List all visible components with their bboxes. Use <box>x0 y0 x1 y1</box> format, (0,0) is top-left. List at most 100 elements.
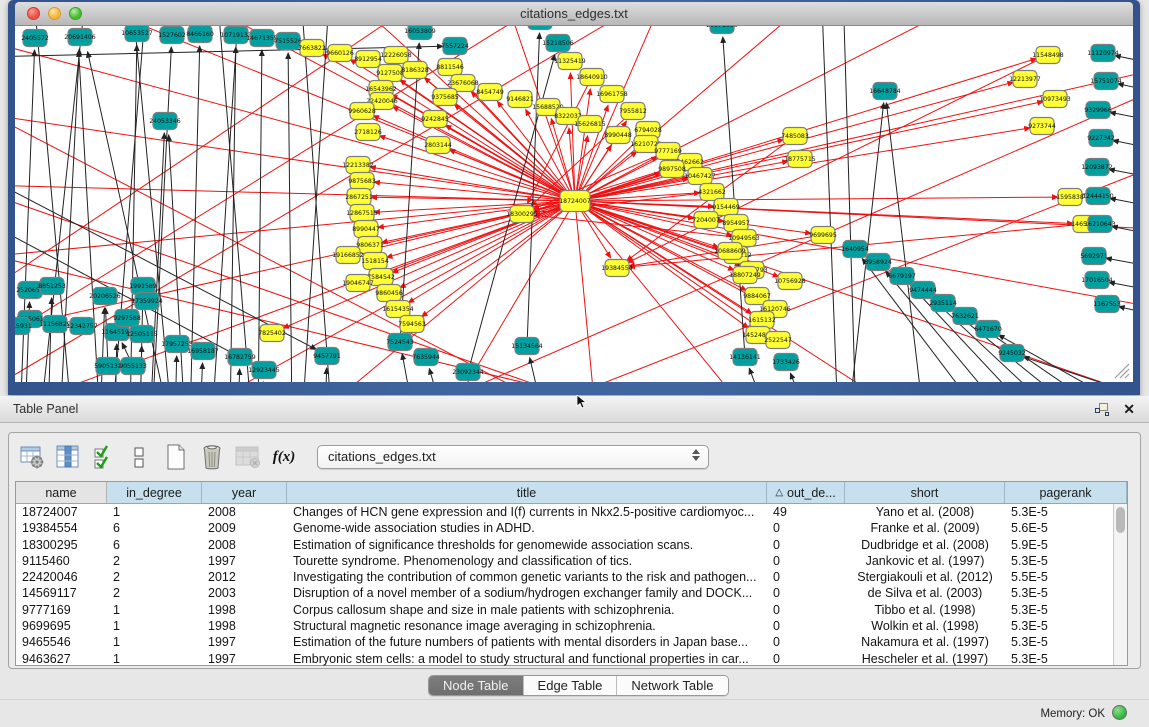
graph-node[interactable]: 8813054 <box>526 26 554 30</box>
graph-node[interactable]: 18640910 <box>576 69 608 86</box>
column-header-pagerank[interactable]: pagerank <box>1005 482 1127 503</box>
graph-node[interactable]: 5692971 <box>1080 248 1108 265</box>
graph-node[interactable]: 2718126 <box>354 124 382 141</box>
graph-node[interactable]: 16961758 <box>596 86 628 103</box>
graph-edge[interactable] <box>1110 112 1133 122</box>
graph-node[interactable]: 8466160 <box>186 26 214 43</box>
table-row[interactable]: 911546021997Tourette syndrome. Phenomeno… <box>16 553 1127 569</box>
graph-edge[interactable] <box>325 368 327 382</box>
graph-node[interactable]: 18807249 <box>729 267 761 284</box>
table-row[interactable]: 1456911722003Disruption of a novel membe… <box>16 585 1127 601</box>
graph-node[interactable]: 12213382 <box>342 157 374 174</box>
delete-columns-icon[interactable] <box>199 444 225 470</box>
function-builder-icon[interactable]: f(x) <box>271 444 297 470</box>
memory-status-icon[interactable] <box>1112 705 1127 720</box>
close-panel-icon[interactable]: ✕ <box>1123 401 1135 418</box>
graph-node[interactable]: 7524543 <box>386 334 414 351</box>
create-new-column-icon[interactable] <box>163 444 189 470</box>
graph-node[interactable]: 16648784 <box>869 83 901 100</box>
graph-node[interactable]: 9457791 <box>313 348 341 365</box>
graph-node[interactable]: 12213977 <box>1009 71 1041 88</box>
scrollbar-thumb[interactable] <box>1116 507 1125 533</box>
graph-node[interactable]: 10653527 <box>121 26 153 42</box>
graph-node[interactable]: 8811546 <box>436 59 464 76</box>
graph-node[interactable]: 1733426 <box>772 354 800 371</box>
graph-node[interactable]: 9375685 <box>431 89 459 106</box>
graph-node[interactable]: 17359924 <box>131 293 163 310</box>
graph-node[interactable]: 14136141 <box>729 349 761 366</box>
column-header-short[interactable]: short <box>845 482 1005 503</box>
graph-node[interactable]: 12093872 <box>1081 159 1113 176</box>
graph-node[interactable]: 3915931 <box>15 318 32 335</box>
graph-node[interactable]: 9146821 <box>506 91 534 108</box>
graph-node[interactable]: 9055133 <box>119 358 147 375</box>
table-row[interactable]: 1830029562008Estimation of significance … <box>16 537 1127 553</box>
graph-node[interactable]: 20206526 <box>89 288 121 305</box>
graph-edge[interactable] <box>400 201 575 288</box>
graph-node[interactable]: 12342757 <box>66 318 98 335</box>
graph-node[interactable]: 9245032 <box>998 345 1026 362</box>
graph-node[interactable]: 9329966 <box>1084 102 1112 119</box>
graph-node[interactable]: 19384554 <box>601 260 633 277</box>
table-selector-dropdown[interactable]: citations_edges.txt <box>317 445 709 469</box>
graph-edge[interactable] <box>790 373 810 382</box>
graph-node[interactable]: 8990448 <box>604 127 632 144</box>
graph-node[interactable]: 7825402 <box>258 325 286 342</box>
graph-node[interactable]: 12505115 <box>126 326 158 343</box>
graph-node[interactable]: 7485083 <box>781 128 809 145</box>
graph-node[interactable]: 1527602 <box>158 27 186 44</box>
graph-edge[interactable] <box>1119 307 1133 316</box>
graph-node[interactable]: 15134564 <box>511 338 543 355</box>
graph-node[interactable]: 6679197 <box>888 268 916 285</box>
graph-node[interactable]: 9127508 <box>376 65 404 82</box>
table-row[interactable]: 946362711997Embryonic stem cells: a mode… <box>16 651 1127 667</box>
graph-node[interactable]: 17016504 <box>1081 272 1113 289</box>
graph-edge[interactable] <box>842 26 856 382</box>
graph-node[interactable]: 12867515 <box>346 205 378 222</box>
column-header-title[interactable]: title <box>287 482 767 503</box>
graph-node[interactable]: 2405572 <box>21 30 49 47</box>
graph-node[interactable]: 16958187 <box>187 343 219 360</box>
graph-edge[interactable] <box>429 369 445 382</box>
column-header-year[interactable]: year <box>202 482 287 503</box>
graph-edge[interactable] <box>15 201 575 343</box>
table-row[interactable]: 977716911998Corpus callosum shape and si… <box>16 602 1127 618</box>
table-row[interactable]: 969969511998Structural magnetic resonanc… <box>16 618 1127 634</box>
resize-grip-icon[interactable] <box>1111 360 1131 380</box>
graph-node[interactable]: 16782759 <box>224 349 256 366</box>
show-columns-icon[interactable] <box>55 444 81 470</box>
graph-node[interactable]: 12444150 <box>1082 188 1114 205</box>
graph-node[interactable]: 2803144 <box>424 137 452 154</box>
graph-node[interactable]: 8990447 <box>352 221 380 238</box>
table-row[interactable]: 2242004622012Investigating the contribut… <box>16 569 1127 585</box>
graph-node[interactable]: 15218506 <box>542 35 574 52</box>
graph-edge[interactable] <box>420 201 575 382</box>
graph-node[interactable]: 18724007 <box>559 191 591 212</box>
graph-node[interactable]: 1595838 <box>1056 189 1084 206</box>
graph-edge[interactable] <box>360 201 575 252</box>
graph-node[interactable]: 11120974 <box>1087 45 1119 62</box>
window-titlebar[interactable]: citations_edges.txt <box>15 2 1133 26</box>
graph-edge[interactable] <box>238 369 240 382</box>
graph-node[interactable]: 7955812 <box>619 103 647 120</box>
graph-node[interactable]: 11325419 <box>554 53 586 70</box>
table-row[interactable]: 1938455462009Genome-wide association stu… <box>16 520 1127 536</box>
graph-node[interactable]: 10973493 <box>1039 91 1071 108</box>
graph-node[interactable]: 15626815 <box>574 116 606 133</box>
graph-node[interactable]: 16210643 <box>1084 216 1116 233</box>
graph-node[interactable]: 8454749 <box>476 84 504 101</box>
graph-node[interactable]: 7632621 <box>951 308 979 325</box>
graph-edge[interactable] <box>820 26 838 382</box>
column-header-in-degree[interactable]: in_degree <box>107 482 202 503</box>
graph-node[interactable]: 12923445 <box>248 362 280 379</box>
graph-node[interactable]: 16053809 <box>404 26 436 40</box>
graph-edge[interactable] <box>200 363 203 382</box>
graph-node[interactable]: 6471670 <box>974 321 1002 338</box>
graph-node[interactable]: 5905132 <box>94 358 122 375</box>
graph-node[interactable]: 1640954 <box>841 241 869 258</box>
graph-node[interactable]: 2867251 <box>345 189 373 206</box>
graph-node[interactable]: 11548498 <box>1032 47 1064 64</box>
vertical-scrollbar[interactable] <box>1113 504 1127 665</box>
unselect-all-columns-icon[interactable] <box>127 444 153 470</box>
graph-node[interactable]: 7663822 <box>298 40 326 57</box>
